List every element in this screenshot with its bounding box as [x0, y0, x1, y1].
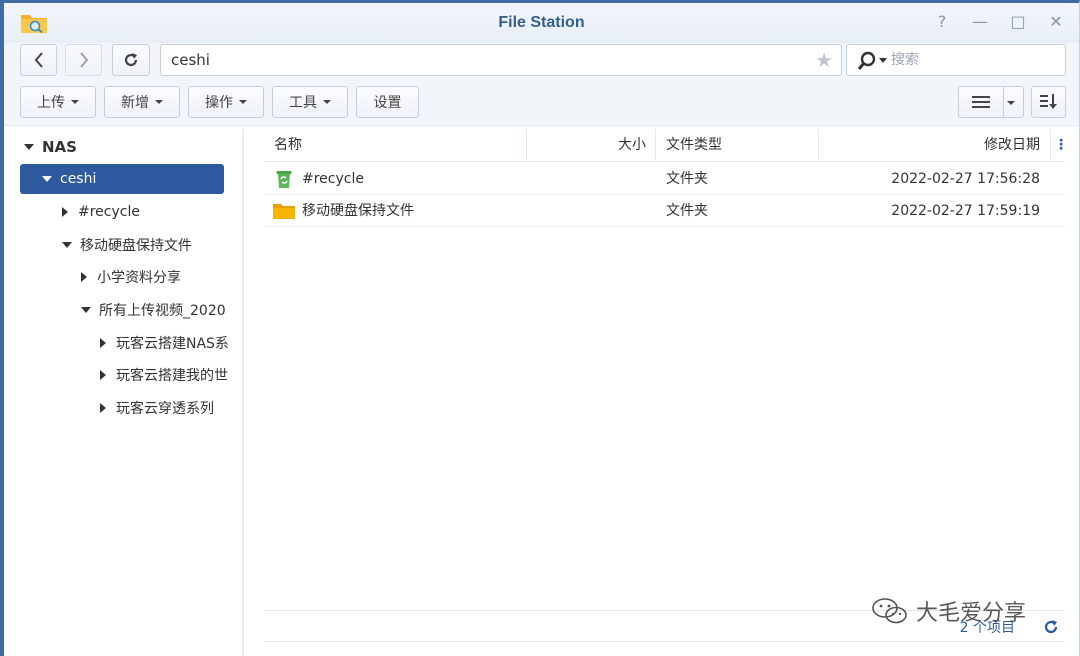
search-dropdown-icon[interactable] — [879, 58, 887, 63]
collapsed-arrow-icon[interactable] — [100, 338, 106, 348]
tree-item-label: 移动硬盘保持文件 — [80, 238, 192, 254]
column-divider[interactable] — [655, 129, 656, 162]
tree-item-label: ceshi — [60, 171, 97, 187]
expand-icon[interactable] — [81, 307, 91, 313]
path-text: ceshi — [171, 51, 210, 69]
create-label: 新增 — [121, 95, 149, 111]
create-button[interactable]: 新增 — [104, 86, 180, 118]
file-name: 移动硬盘保持文件 — [302, 203, 414, 219]
tree-root-nas[interactable]: NAS — [24, 132, 77, 162]
collapsed-arrow-icon[interactable] — [100, 403, 106, 413]
upload-label: 上传 — [37, 95, 65, 111]
search-input[interactable] — [891, 49, 1061, 71]
folder-tree: NAS ceshi #recycle 移动硬盘保持文件 小学资料分享 所有上传视… — [4, 129, 240, 656]
wechat-logo-icon — [872, 598, 907, 624]
caret-down-icon — [239, 100, 247, 104]
file-size — [536, 163, 646, 195]
column-header-type[interactable]: 文件类型 — [666, 129, 722, 162]
navigation-bar: ceshi ★ — [4, 43, 1079, 83]
collapsed-arrow-icon[interactable] — [81, 272, 87, 282]
file-size — [536, 195, 646, 227]
title-bar: File Station ? — □ ✕ — [4, 3, 1079, 43]
refresh-list-icon[interactable] — [1043, 619, 1059, 635]
sort-icon — [1039, 94, 1057, 109]
file-name: #recycle — [302, 171, 364, 187]
expand-icon[interactable] — [24, 144, 34, 150]
search-icon[interactable] — [857, 51, 877, 71]
view-mode-button[interactable] — [958, 86, 1024, 118]
refresh-button[interactable] — [112, 44, 150, 76]
tree-item-mobile-drive[interactable]: 移动硬盘保持文件 — [62, 230, 192, 260]
tools-label: 工具 — [289, 95, 317, 111]
sort-button[interactable] — [1031, 86, 1066, 118]
window-title: File Station — [498, 14, 585, 31]
tree-item-ceshi[interactable]: ceshi — [20, 164, 224, 194]
table-row[interactable]: #recycle 文件夹 2022-02-27 17:56:28 — [264, 163, 1065, 195]
collapsed-arrow-icon[interactable] — [62, 207, 68, 217]
settings-button[interactable]: 设置 — [356, 86, 419, 118]
back-button[interactable] — [20, 44, 57, 76]
expand-icon[interactable] — [42, 176, 52, 182]
tree-item-penetration[interactable]: 玩客云穿透系列 — [100, 393, 214, 423]
column-divider[interactable] — [1050, 129, 1051, 162]
column-header-size[interactable]: 大小 — [526, 129, 646, 162]
file-modified: 2022-02-27 17:56:28 — [891, 171, 1040, 187]
caret-down-icon — [71, 100, 79, 104]
tree-item-label: 玩客云搭建NAS系 — [116, 336, 229, 352]
view-dropdown-icon[interactable] — [1007, 101, 1015, 105]
upload-button[interactable]: 上传 — [20, 86, 96, 118]
file-station-window: File Station ? — □ ✕ ceshi ★ 搜索 上传 新增 操作… — [0, 0, 1080, 656]
file-type: 文件夹 — [666, 171, 708, 187]
watermark-text: 大毛爱分享 — [916, 601, 1027, 626]
list-bottom-divider — [264, 641, 1065, 642]
action-label: 操作 — [205, 95, 233, 111]
search-box[interactable] — [846, 44, 1066, 76]
list-view-icon — [972, 96, 990, 108]
help-button[interactable]: ? — [933, 13, 951, 31]
tree-item-recycle[interactable]: #recycle — [62, 197, 140, 227]
tree-item-minecraft[interactable]: 玩客云搭建我的世 — [100, 360, 228, 390]
pane-splitter[interactable] — [242, 129, 244, 656]
toolbar-divider — [4, 125, 1079, 126]
path-field[interactable]: ceshi ★ — [160, 44, 842, 76]
caret-down-icon — [323, 100, 331, 104]
table-row[interactable]: 移动硬盘保持文件 文件夹 2022-02-27 17:59:19 — [264, 195, 1065, 227]
list-header: 名称 大小 文件类型 修改日期 ⋮ — [264, 129, 1068, 162]
tools-button[interactable]: 工具 — [272, 86, 348, 118]
caret-down-icon — [155, 100, 163, 104]
close-button[interactable]: ✕ — [1047, 13, 1065, 31]
column-options-icon[interactable]: ⋮ — [1054, 129, 1068, 162]
action-toolbar: 上传 新增 操作 工具 设置 — [4, 83, 1079, 125]
refresh-icon — [124, 53, 138, 67]
file-list: 名称 大小 文件类型 修改日期 ⋮ #recycle 文件夹 2022-02-2… — [264, 129, 1068, 656]
tree-item-primary-materials[interactable]: 小学资料分享 — [81, 262, 181, 292]
tree-item-label: 玩客云穿透系列 — [116, 401, 214, 417]
column-header-modified[interactable]: 修改日期 — [818, 129, 1040, 162]
forward-button[interactable] — [65, 44, 102, 76]
folder-icon — [273, 204, 295, 219]
maximize-button[interactable]: □ — [1009, 13, 1027, 31]
collapsed-arrow-icon[interactable] — [100, 370, 106, 380]
tree-item-nas-series[interactable]: 玩客云搭建NAS系 — [100, 328, 229, 358]
tree-item-label: #recycle — [78, 204, 140, 220]
action-button[interactable]: 操作 — [188, 86, 264, 118]
watermark: 大毛爱分享 — [870, 595, 1026, 627]
tree-item-label: 所有上传视频_2020 — [99, 303, 226, 319]
recycle-folder-icon — [276, 171, 292, 188]
chevron-left-icon — [34, 52, 43, 68]
column-header-name[interactable]: 名称 — [274, 129, 302, 162]
tree-root-label: NAS — [42, 138, 77, 156]
tree-item-label: 玩客云搭建我的世 — [116, 368, 228, 384]
file-modified: 2022-02-27 17:59:19 — [891, 203, 1040, 219]
favorite-star-icon[interactable]: ★ — [815, 49, 833, 71]
tree-item-uploaded-videos[interactable]: 所有上传视频_2020 — [81, 295, 226, 325]
chevron-right-icon — [79, 52, 88, 68]
tree-item-label: 小学资料分享 — [97, 270, 181, 286]
settings-label: 设置 — [373, 95, 402, 111]
file-type: 文件夹 — [666, 203, 708, 219]
expand-icon[interactable] — [62, 242, 72, 248]
minimize-button[interactable]: — — [971, 13, 989, 31]
